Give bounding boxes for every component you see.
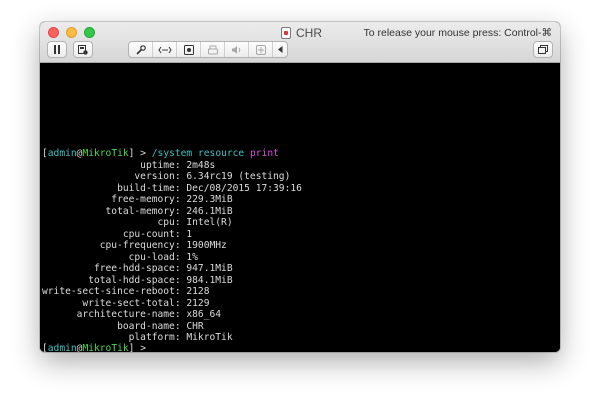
window-title: CHR [281,25,322,41]
prompt-suffix: ] > [128,343,152,352]
zoom-button[interactable] [84,27,95,38]
resource-key: total-memory: [105,205,181,217]
resource-row: platform: MikroTik [42,332,233,344]
resource-row: total-memory: 246.1MiB [42,206,233,218]
resource-row: free-memory: 229.3MiB [42,194,233,206]
resource-key: write-sect-total: [82,297,181,309]
speaker-icon [232,45,241,54]
prompt-user: admin [47,148,77,159]
wrench-icon [135,44,146,55]
resource-value: x86_64 [180,309,222,320]
resource-value: 947.1MiB [180,263,233,274]
vm-window: CHR To release your mouse press: Control… [40,22,560,352]
resource-row: cpu: Intel(R) [42,217,233,229]
resource-value: 246.1MiB [180,205,233,217]
resource-key: uptime: [140,159,181,171]
more-devices-button[interactable] [273,42,287,57]
resource-value: CHR [180,320,204,332]
title-bar: CHR To release your mouse press: Control… [40,22,560,63]
resource-key: cpu-frequency: [99,240,181,251]
pause-button[interactable] [47,41,67,58]
prompt-suffix: ] > [128,148,152,159]
printer-icon [207,45,218,54]
resource-row: uptime: 2m48s [42,160,215,172]
resource-row: write-sect-total: 2129 [42,297,210,310]
minimize-button[interactable] [66,27,77,38]
network-icon [157,46,172,53]
resource-key: total-hdd-space: [88,274,181,286]
resource-row: build-time: Dec/08/2015 17:39:16 [42,183,302,195]
resource-row: total-hdd-space: 984.1MiB [42,274,233,287]
resource-value: MikroTik [180,332,233,343]
resource-value: 1 [180,228,193,240]
resource-value: 984.1MiB [180,274,233,286]
snapshot-button[interactable] [73,41,93,58]
resource-value: Dec/08/2015 17:39:16 [180,182,302,194]
release-mouse-hint: To release your mouse press: Control-⌘ [363,27,553,39]
resource-row: cpu-frequency: 1900MHz [42,240,227,252]
close-button[interactable] [48,27,59,38]
resource-key: cpu-count: [122,228,181,240]
disk-button[interactable] [177,42,201,57]
restore-window-button[interactable] [533,41,553,58]
prompt-user: admin [47,343,77,352]
pause-icon [54,45,60,54]
resource-key: board-name: [117,320,181,332]
camera-button[interactable] [249,42,273,57]
resource-value: 2129 [180,297,210,309]
vm-document-icon [281,27,291,39]
resource-value: 1900MHz [180,240,227,251]
resource-row: board-name: CHR [42,321,204,333]
printer-button[interactable] [201,42,225,57]
resource-value: 2m48s [180,159,216,171]
sound-button[interactable] [225,42,249,57]
resource-key: free-hdd-space: [93,263,181,274]
resource-key: architecture-name: [76,309,181,320]
command-menu: resource [198,148,245,159]
resource-row: cpu-count: 1 [42,229,192,241]
resource-value: 229.3MiB [180,194,233,205]
resource-row: write-sect-since-reboot: 2128 [42,286,210,298]
device-toolbar [128,41,288,58]
snapshot-icon [78,44,88,55]
resource-value: 2128 [180,286,210,297]
command-path: /system [151,148,193,159]
disk-icon [183,44,194,55]
prompt-host: MikroTik [82,343,129,352]
console-terminal[interactable]: [admin@MikroTik] > /system resource prin… [40,63,560,352]
resource-key: write-sect-since-reboot: [42,286,181,297]
resource-key: cpu-load: [128,251,181,263]
text-cursor [151,351,158,352]
resource-key: version: [134,171,181,182]
resource-row: free-hdd-space: 947.1MiB [42,263,233,275]
resource-value: 6.34rc19 (testing) [180,171,291,182]
active-prompt-line: [admin@MikroTik] > [42,343,158,352]
resource-row: architecture-name: x86_64 [42,309,221,321]
chevron-left-icon [277,46,282,53]
resource-row: cpu-load: 1% [42,252,198,264]
resource-key: free-memory: [111,194,181,205]
network-button[interactable] [153,42,177,57]
resource-value: Intel(R) [180,217,233,228]
restore-window-icon [538,45,548,54]
window-title-text: CHR [296,26,322,40]
resource-row: version: 6.34rc19 (testing) [42,171,290,183]
command-line: [admin@MikroTik] > /system resource prin… [42,148,279,160]
command-action: print [250,148,279,159]
resource-key: platform: [128,332,181,343]
resource-key: cpu: [157,217,181,228]
resource-key: build-time: [117,182,181,194]
resource-value: 1% [180,251,198,263]
camera-icon [255,44,266,55]
settings-button[interactable] [129,42,153,57]
prompt-host: MikroTik [82,148,129,159]
